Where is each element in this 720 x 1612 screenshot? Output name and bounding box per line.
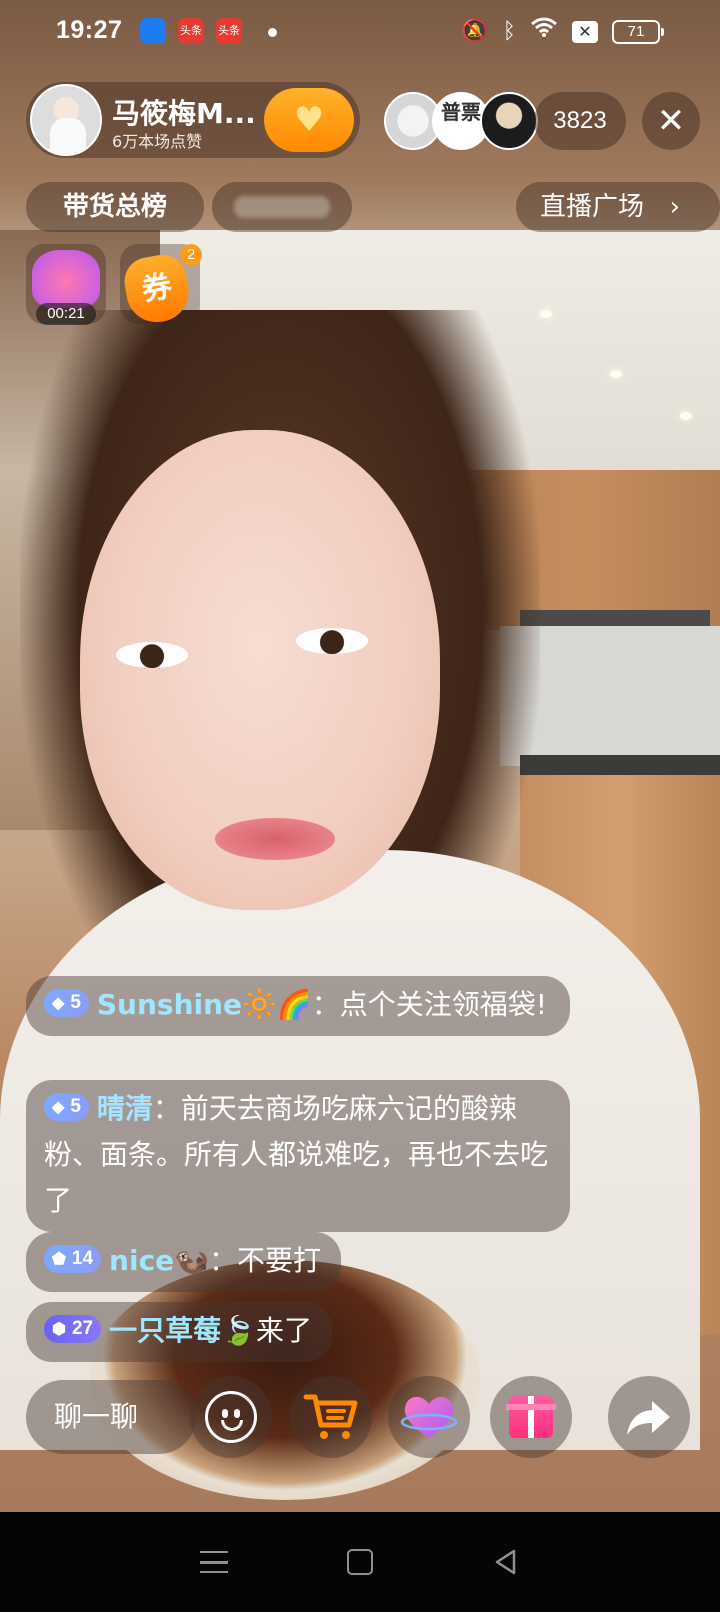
chat-text: 点个关注领福袋!	[339, 988, 548, 1021]
chat-message: ⬢ 27 一只草莓🍃来了	[26, 1302, 332, 1362]
toutiao-icon: 头条	[216, 18, 242, 44]
viewer-count[interactable]: 3823	[534, 92, 626, 150]
blurred-pill[interactable]	[212, 182, 352, 232]
share-icon	[627, 1401, 670, 1435]
follow-button[interactable]: ♥	[264, 88, 354, 152]
ceiling-light	[680, 412, 692, 420]
viewer-badge-text: 普票	[441, 100, 481, 124]
live-plaza-label: 直播广场	[540, 192, 645, 222]
streamer-eye	[296, 628, 368, 654]
chat-username[interactable]: 一只草莓🍃	[109, 1314, 256, 1347]
streamer-eye	[116, 642, 188, 668]
chevron-right-icon: ›	[669, 192, 680, 222]
wifi-icon	[530, 16, 558, 47]
chat-text: 来了	[255, 1314, 312, 1347]
close-icon: ✕	[656, 101, 686, 141]
share-button[interactable]	[608, 1376, 690, 1458]
host-avatar[interactable]	[30, 84, 102, 156]
gift-button[interactable]	[490, 1376, 572, 1458]
ceiling-light	[540, 310, 552, 318]
cart-icon	[303, 1394, 358, 1439]
lucky-bag-timer: 00:21	[36, 303, 96, 325]
level-badge: ◆ 5	[44, 1093, 89, 1121]
chat-message: ◆ 5 晴清：前天去商场吃麻六记的酸辣粉、面条。所有人都说难吃，再也不去吃了	[26, 1080, 570, 1232]
host-name: 马筱梅M...	[112, 97, 256, 130]
home-icon[interactable]	[346, 1549, 373, 1575]
diamond-icon: ⬟	[52, 1251, 66, 1268]
bluetooth-icon: ᛒ	[502, 18, 516, 44]
chat-username[interactable]: Sunshine🔆🌈	[97, 988, 312, 1021]
diamond-icon: ◆	[52, 995, 65, 1012]
lucky-bag-icon	[32, 250, 100, 308]
level-badge: ⬢ 27	[44, 1315, 102, 1343]
notification-dot	[268, 28, 277, 37]
chat-text: 不要打	[237, 1244, 322, 1277]
x-box-icon: ✕	[572, 20, 598, 43]
close-button[interactable]: ✕	[642, 92, 700, 150]
countertop	[520, 755, 720, 775]
live-plaza-button[interactable]: 直播广场 ›	[516, 182, 720, 232]
back-icon[interactable]	[492, 1548, 520, 1576]
blue-app-icon	[140, 18, 166, 44]
shopping-cart-button[interactable]	[290, 1376, 372, 1458]
heart-plus-icon: ♥	[293, 100, 325, 140]
rank-list-button[interactable]: 带货总榜	[26, 182, 204, 232]
emoji-icon	[205, 1391, 257, 1443]
status-time: 19:27	[56, 16, 123, 44]
level-badge: ⬟ 14	[44, 1245, 102, 1273]
ceiling-light	[610, 370, 622, 378]
toutiao-icon: 头条	[178, 18, 204, 44]
like-button[interactable]	[388, 1376, 470, 1458]
chat-username[interactable]: nice🦦	[109, 1244, 209, 1277]
chat-message: ⬟ 14 nice🦦：不要打	[26, 1232, 342, 1292]
chat-message: ◆ 5 Sunshine🔆🌈：点个关注领福袋!	[26, 976, 570, 1036]
level-badge: ◆ 5	[44, 989, 89, 1017]
heart-icon	[400, 1396, 458, 1438]
coupon-count: 2	[180, 244, 202, 266]
gift-icon	[506, 1396, 556, 1438]
system-nav-bar	[0, 1512, 720, 1612]
viewer-avatar[interactable]	[480, 92, 538, 150]
diamond-icon: ◆	[52, 1099, 65, 1116]
status-bar: 19:27 头条 头条 🔕 ᛒ ✕ 71	[0, 0, 720, 64]
streamer-lips	[215, 818, 335, 860]
chat-username[interactable]: 晴清	[97, 1092, 153, 1125]
chat-input[interactable]: 聊一聊	[26, 1380, 196, 1454]
recent-apps-icon[interactable]	[199, 1551, 228, 1573]
range-hood	[520, 610, 710, 626]
battery-icon: 71	[612, 19, 664, 44]
mute-bell-icon: 🔕	[461, 18, 489, 44]
emoji-button[interactable]	[190, 1376, 272, 1458]
host-likes: 6万本场点赞	[112, 132, 203, 151]
hexagon-icon: ⬢	[52, 1321, 66, 1338]
